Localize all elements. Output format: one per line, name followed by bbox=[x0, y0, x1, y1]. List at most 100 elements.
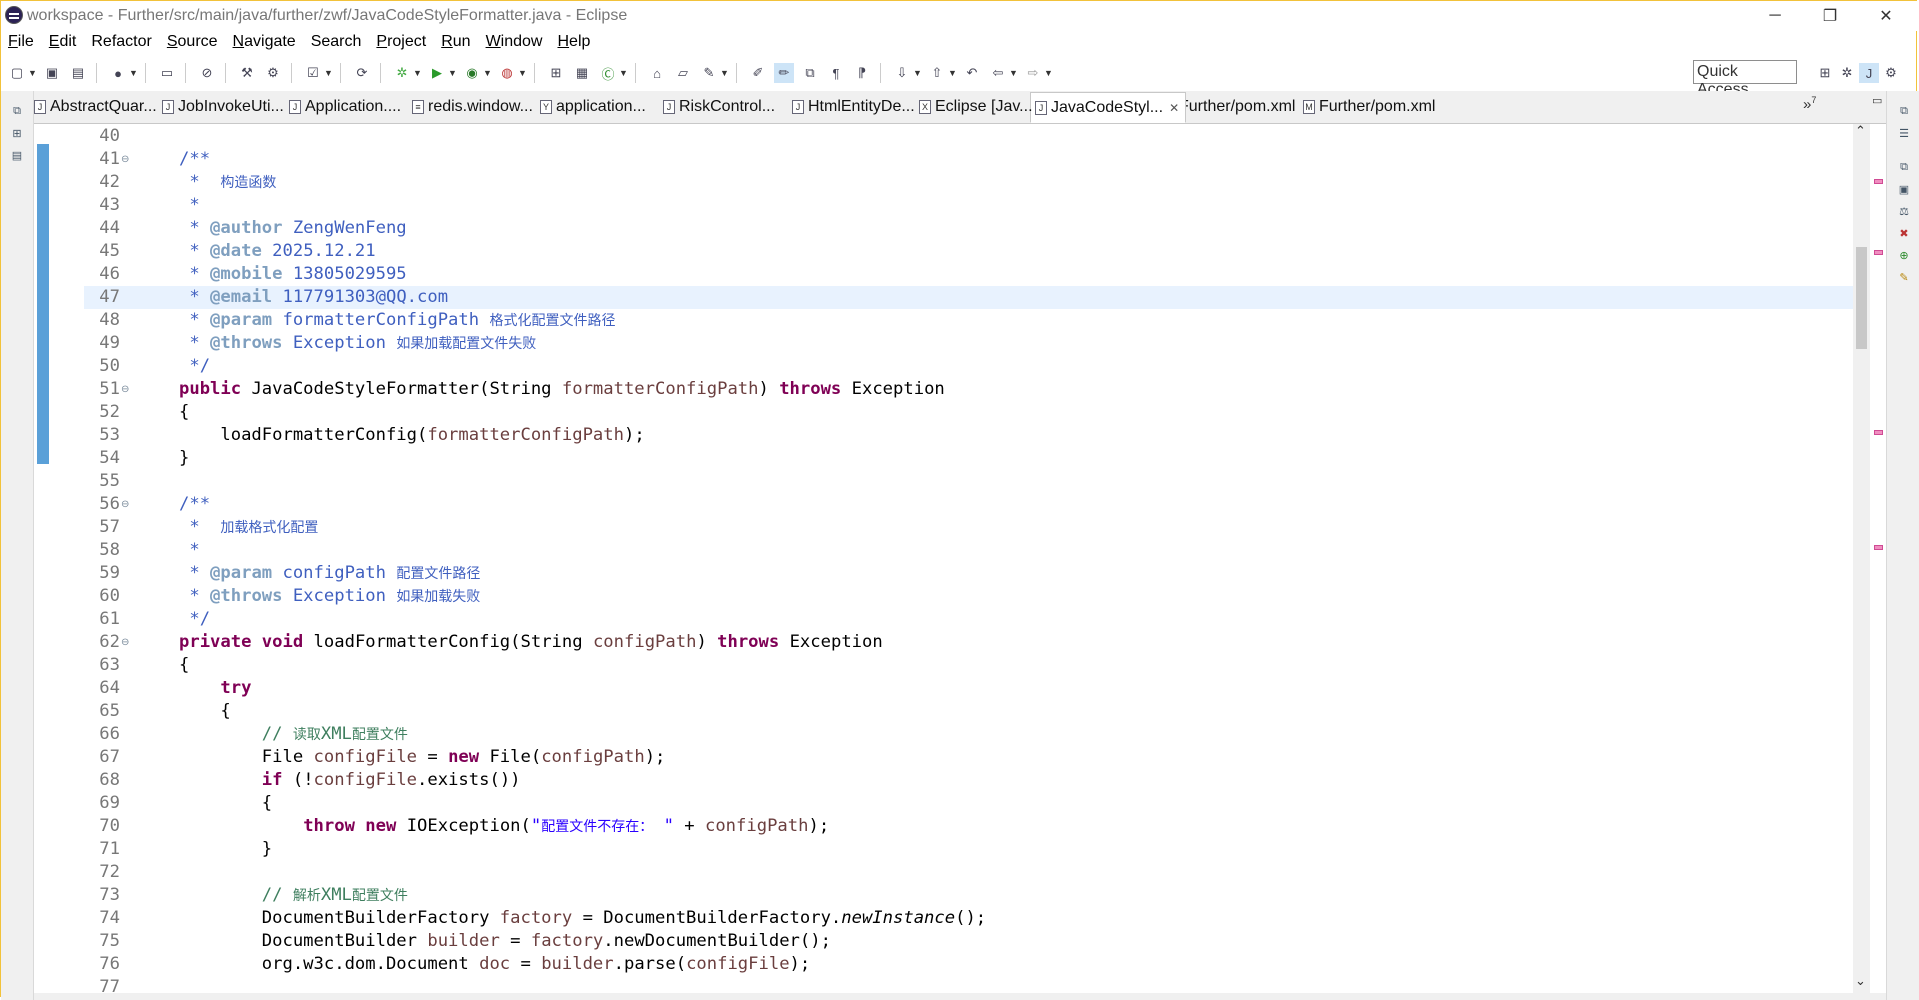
open-folder-icon[interactable]: ▱ bbox=[673, 63, 693, 83]
overview-ruler[interactable] bbox=[1870, 124, 1886, 1000]
task-icon[interactable]: ☑ bbox=[303, 63, 323, 83]
code-editor[interactable]: 40 41 ⊖/** 42 * 构造函数 43 * 44 * @author ZengWe… bbox=[34, 124, 1886, 1000]
code-line[interactable]: 75 DocumentBuilder builder = factory.new… bbox=[34, 930, 1886, 953]
overview-annotation-marker[interactable] bbox=[1874, 179, 1883, 184]
tasks-icon[interactable]: ✎ bbox=[1896, 271, 1912, 287]
code-line[interactable]: 48 * @param formatterConfigPath 格式化配置文件路… bbox=[34, 309, 1886, 332]
editor-tab[interactable]: X Eclipse [Jav... bbox=[919, 93, 1033, 121]
external-tools-dropdown-icon[interactable]: ▼ bbox=[518, 68, 527, 78]
overview-annotation-marker[interactable] bbox=[1874, 250, 1883, 255]
build-icon[interactable]: ⚒ bbox=[237, 63, 257, 83]
close-button[interactable]: ✕ bbox=[1863, 1, 1909, 31]
code-line[interactable]: 62 ⊖ private void loadFormatterConfig(Stri… bbox=[34, 631, 1886, 654]
external-tools-icon[interactable]: ◍ bbox=[497, 63, 517, 83]
code-line[interactable]: 69 { bbox=[34, 792, 1886, 815]
code-line[interactable]: 40 bbox=[34, 125, 1886, 148]
menu-edit[interactable]: Edit bbox=[42, 31, 85, 55]
overview-annotation-marker[interactable] bbox=[1874, 545, 1883, 550]
open-perspective-icon[interactable]: ⊞ bbox=[1815, 63, 1835, 83]
code-line[interactable]: 60 * @throws Exception 如果加载失败 bbox=[34, 585, 1886, 608]
editor-tab[interactable]: ≡ redis.window... bbox=[412, 93, 533, 121]
forward-icon[interactable]: ⇨ bbox=[1023, 63, 1043, 83]
outline-icon[interactable]: ☰ bbox=[1896, 127, 1912, 143]
debug-perspective-icon[interactable]: ✲ bbox=[1837, 63, 1857, 83]
vertical-scrollbar-thumb[interactable] bbox=[1856, 247, 1867, 349]
search-icon[interactable]: ✎ bbox=[699, 63, 719, 83]
minimize-editor-icon[interactable]: ▭ bbox=[1872, 94, 1882, 107]
code-line[interactable]: 68 if (!configFile.exists()) bbox=[34, 769, 1886, 792]
restore-view-icon[interactable]: ⧉ bbox=[9, 105, 25, 121]
restore-button[interactable]: ❐ bbox=[1807, 1, 1853, 31]
debug-dropdown-icon[interactable]: ▼ bbox=[413, 68, 422, 78]
skip-breakpoints-icon[interactable]: ⊘ bbox=[197, 63, 217, 83]
show-whitespace-icon[interactable]: ¶ bbox=[826, 63, 846, 83]
toggle-highlight-icon[interactable]: ✏ bbox=[774, 63, 794, 83]
fold-toggle-icon[interactable]: ⊖ bbox=[121, 378, 129, 401]
restore-right-view-icon[interactable]: ⧉ bbox=[1896, 105, 1912, 121]
code-line[interactable]: 73 // 解析XML配置文件 bbox=[34, 884, 1886, 907]
more-tabs-button[interactable]: »7 bbox=[1803, 95, 1816, 113]
package-explorer-icon[interactable]: ⊞ bbox=[9, 127, 25, 143]
overview-annotation-marker[interactable] bbox=[1874, 430, 1883, 435]
new-icon[interactable]: ▢ bbox=[7, 63, 27, 83]
code-line[interactable]: 51 ⊖ public JavaCodeStyleFormatter(String … bbox=[34, 378, 1886, 401]
menu-source[interactable]: Source bbox=[160, 31, 226, 55]
console-icon[interactable]: ▣ bbox=[1896, 183, 1912, 199]
menu-project[interactable]: Project bbox=[369, 31, 434, 55]
run-icon[interactable]: ▶ bbox=[427, 63, 447, 83]
save-all-icon[interactable]: ▤ bbox=[68, 63, 88, 83]
profile-dropdown-icon[interactable]: ▼ bbox=[129, 68, 138, 78]
code-line[interactable]: 63 { bbox=[34, 654, 1886, 677]
open-type-icon[interactable]: ⌂ bbox=[647, 63, 667, 83]
code-line[interactable]: 53 loadFormatterConfig(formatterConfigPa… bbox=[34, 424, 1886, 447]
code-line[interactable]: 55 bbox=[34, 470, 1886, 493]
code-line[interactable]: 56 ⊖ /** bbox=[34, 493, 1886, 516]
problems-icon[interactable]: ✖ bbox=[1896, 227, 1912, 243]
menu-run[interactable]: Run bbox=[434, 31, 478, 55]
toggle-mark-occurrences-icon[interactable]: ✐ bbox=[748, 63, 768, 83]
code-line[interactable]: 54} bbox=[34, 447, 1886, 470]
coverage-dropdown-icon[interactable]: ▼ bbox=[483, 68, 492, 78]
progress-icon[interactable]: ⚖ bbox=[1896, 205, 1912, 221]
forward-dropdown-icon[interactable]: ▼ bbox=[1044, 68, 1053, 78]
code-line[interactable]: 71 } bbox=[34, 838, 1886, 861]
code-line[interactable]: 46 * @mobile 13805029595 bbox=[34, 263, 1886, 286]
type-hierarchy-icon[interactable]: ▤ bbox=[9, 149, 25, 165]
save-icon[interactable]: ▣ bbox=[42, 63, 62, 83]
editor-tab[interactable]: Yapplication... bbox=[540, 93, 646, 121]
fold-toggle-icon[interactable]: ⊖ bbox=[121, 631, 129, 654]
code-line[interactable]: 50 */ bbox=[34, 355, 1886, 378]
code-line[interactable]: 41 ⊖ /** bbox=[34, 148, 1886, 171]
new-class-icon[interactable]: Ⓒ bbox=[598, 63, 618, 83]
last-edit-location-icon[interactable]: ↶ bbox=[962, 63, 982, 83]
previous-annotation-dropdown-icon[interactable]: ▼ bbox=[948, 68, 957, 78]
code-line[interactable]: 47 * @email 117791303@QQ.com bbox=[84, 286, 1886, 309]
menu-help[interactable]: Help bbox=[550, 31, 598, 55]
close-tab-icon[interactable]: ✕ bbox=[1169, 101, 1179, 115]
toggle-block-selection-icon[interactable]: ⧉ bbox=[800, 63, 820, 83]
editor-tab[interactable]: M Further/pom.xml bbox=[1303, 93, 1435, 121]
scroll-down-icon[interactable]: ⌄ bbox=[1855, 973, 1866, 989]
editor-tab[interactable]: J JavaCodeStyl... ✕ bbox=[1030, 92, 1187, 123]
editor-tab[interactable]: J RiskControl... bbox=[663, 93, 775, 121]
new-package-icon[interactable]: ▦ bbox=[572, 63, 592, 83]
back-icon[interactable]: ⇦ bbox=[988, 63, 1008, 83]
menu-navigate[interactable]: Navigate bbox=[226, 31, 304, 55]
build-all-icon[interactable]: ⚙ bbox=[263, 63, 283, 83]
code-line[interactable]: 45 * @date 2025.12.21 bbox=[34, 240, 1886, 263]
search-dropdown-icon[interactable]: ▼ bbox=[720, 68, 729, 78]
next-annotation-dropdown-icon[interactable]: ▼ bbox=[913, 68, 922, 78]
previous-annotation-icon[interactable]: ⇧ bbox=[927, 63, 947, 83]
editor-tab[interactable]: J AbstractQuar... bbox=[34, 93, 157, 121]
code-line[interactable]: 58 * bbox=[34, 539, 1886, 562]
fold-toggle-icon[interactable]: ⊖ bbox=[121, 148, 129, 171]
code-line[interactable]: 65 { bbox=[34, 700, 1886, 723]
code-line[interactable]: 74 DocumentBuilderFactory factory = Docu… bbox=[34, 907, 1886, 930]
new-java-project-icon[interactable]: ⊞ bbox=[546, 63, 566, 83]
coverage-icon[interactable]: ◉ bbox=[462, 63, 482, 83]
git-perspective-icon[interactable]: ⚙ bbox=[1881, 63, 1901, 83]
search-results-icon[interactable]: ⊕ bbox=[1896, 249, 1912, 265]
restore-bottom-view-icon[interactable]: ⧉ bbox=[1896, 161, 1912, 177]
code-line[interactable]: 72 bbox=[34, 861, 1886, 884]
new-dropdown-icon[interactable]: ▼ bbox=[28, 68, 37, 78]
